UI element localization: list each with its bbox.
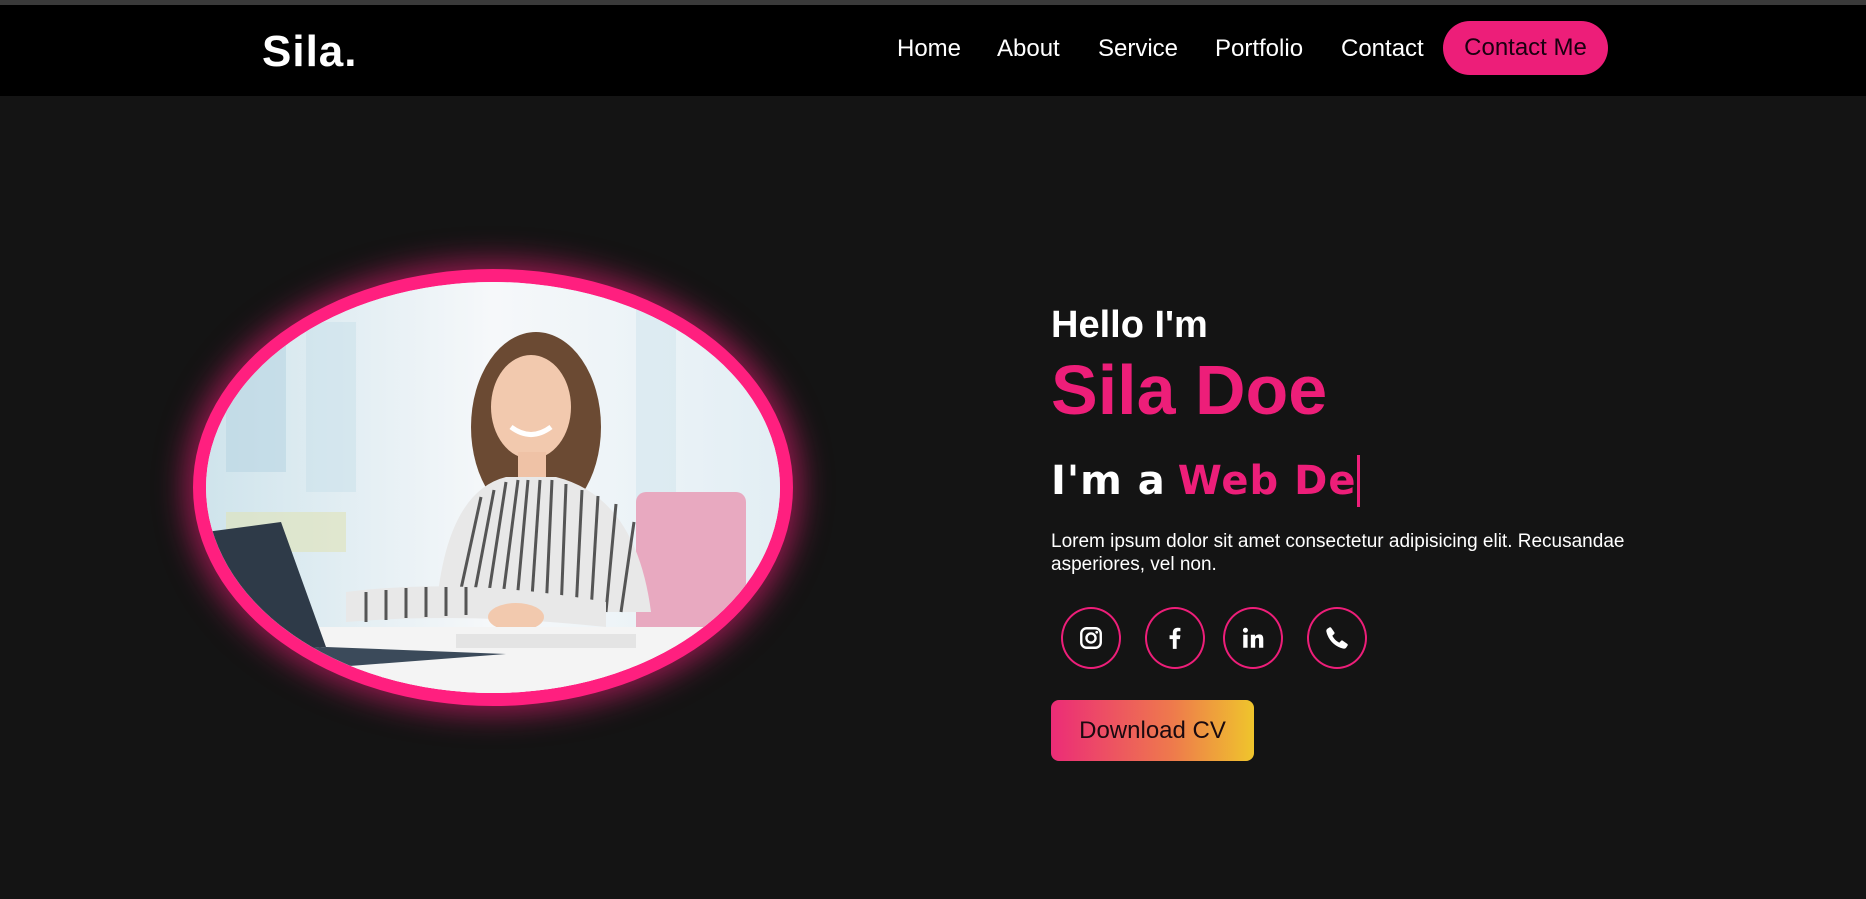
site-logo[interactable]: Sila. [262,27,358,77]
contact-me-button[interactable]: Contact Me [1443,21,1608,75]
hero-bio: Lorem ipsum dolor sit amet consectetur a… [1051,531,1625,575]
hero-role: I'm a Web De [1051,455,1361,507]
nav-link-about[interactable]: About [997,35,1060,63]
nav-link-service[interactable]: Service [1098,35,1178,63]
facebook-icon [1169,627,1181,649]
role-typed-text: Web De [1177,458,1357,504]
nav-link-home[interactable]: Home [897,35,961,63]
linkedin-icon [1242,627,1264,648]
instagram-button[interactable] [1061,607,1121,669]
phone-icon [1326,627,1348,649]
navbar: Sila. Home About Service Portfolio Conta… [0,5,1866,96]
profile-photo [193,269,793,706]
woman-at-laptop-photo [206,282,780,693]
phone-button[interactable] [1307,607,1367,669]
role-prefix: I'm a [1051,458,1166,504]
nav-link-portfolio[interactable]: Portfolio [1215,35,1303,63]
hero-name: Sila Doe [1051,351,1328,429]
linkedin-button[interactable] [1223,607,1283,669]
facebook-button[interactable] [1145,607,1205,669]
typing-cursor [1357,455,1361,507]
nav-link-contact[interactable]: Contact [1341,35,1424,63]
hero-greeting: Hello I'm [1051,304,1208,346]
instagram-icon [1080,627,1102,649]
download-cv-button[interactable]: Download CV [1051,700,1254,761]
